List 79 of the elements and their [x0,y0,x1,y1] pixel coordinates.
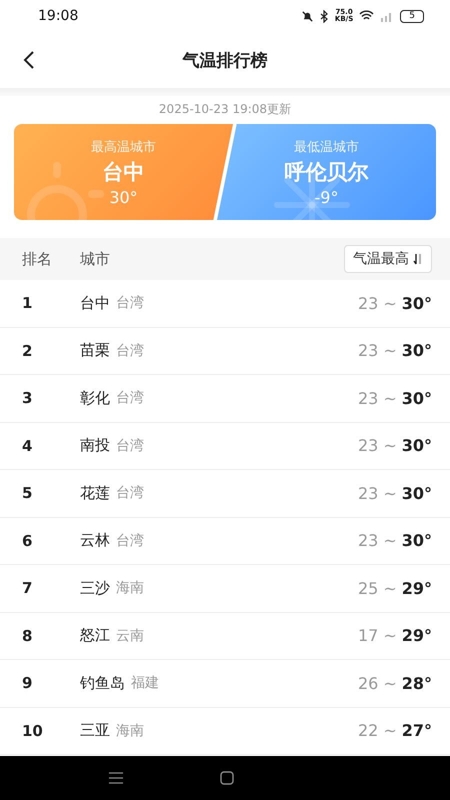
city-name: 钓鱼岛 [80,674,125,693]
high-temperature: 29° [402,626,432,646]
low-temperature: 23 [358,388,378,408]
card-city: 台中 [102,158,144,186]
province-name: 海南 [116,579,144,598]
range-separator: ~ [383,721,397,740]
city-name: 南投 [80,436,110,456]
home-icon[interactable] [220,771,234,785]
high-temperature: 29° [402,578,432,598]
rank-number: 9 [22,674,34,692]
page-title: 气温排行榜 [182,50,268,72]
city-name: 三亚 [80,721,110,740]
rank-number: 5 [22,484,34,502]
province-name: 台湾 [116,389,144,408]
city-name: 彰化 [80,388,110,408]
card-label: 最高温城市 [91,138,156,156]
high-temperature: 30° [402,294,432,313]
update-time: 2025-10-23 19:08更新 [158,101,292,118]
rank-number: 10 [22,722,44,740]
range-separator: ~ [383,388,397,408]
range-separator: ~ [383,531,397,550]
range-separator: ~ [383,578,397,598]
city-name: 三沙 [80,578,110,598]
city-name: 云林 [80,531,110,550]
low-temperature: 23 [358,436,378,456]
status-time: 19:08 [38,8,78,24]
province-name: 福建 [131,674,159,692]
province-name: 台湾 [116,532,144,550]
rank-number: 2 [22,342,34,360]
rank-number: 8 [22,626,34,645]
low-temperature: 26 [358,674,378,693]
rank-number: 7 [22,579,34,598]
high-temperature: 30° [402,484,432,503]
range-separator: ~ [383,626,397,646]
province-name: 台湾 [116,436,144,455]
battery-level: 5 [400,10,424,22]
low-temperature: 23 [358,294,378,313]
city-name: 苗栗 [80,341,110,360]
low-temperature: 25 [358,578,378,598]
city-name: 怒江 [80,626,110,646]
range-separator: ~ [383,484,397,503]
column-header: 排名 [22,250,53,268]
card-city: 呼伦贝尔 [284,158,368,186]
city-name: 花莲 [80,484,110,503]
card-label: 最低温城市 [294,138,359,156]
sort-button[interactable]: 气温最高 [344,245,432,273]
province-name: 海南 [116,722,144,740]
province-name: 台湾 [116,294,144,312]
range-separator: ~ [383,341,397,360]
wifi-icon [359,10,374,22]
rank-number: 6 [22,532,34,550]
province-name: 云南 [116,626,144,645]
rank-number: 3 [22,389,34,408]
card-temperature: -9° [314,188,338,206]
muted-bell-icon [300,10,314,22]
province-name: 台湾 [116,484,144,502]
range-separator: ~ [383,294,397,313]
range-separator: ~ [383,436,397,456]
range-separator: ~ [383,674,397,693]
province-name: 台湾 [116,342,144,360]
low-temperature: 23 [358,341,378,360]
low-temperature: 23 [358,484,378,503]
rank-number: 1 [22,294,34,312]
low-temperature: 22 [358,721,378,740]
sort-arrows-icon [413,253,423,265]
high-temperature: 28° [402,674,432,693]
menu-icon[interactable] [108,772,124,784]
high-temperature: 30° [402,341,432,360]
low-temperature: 23 [358,531,378,550]
high-temperature: 27° [402,721,432,740]
bluetooth-icon [320,10,329,22]
column-header: 城市 [80,250,111,268]
card-temperature: 30° [109,188,138,206]
high-temperature: 30° [402,436,432,456]
low-temperature: 17 [358,626,378,646]
high-temperature: 30° [402,388,432,408]
high-temperature: 30° [402,531,432,550]
city-name: 台中 [80,294,110,313]
rank-number: 4 [22,436,34,455]
